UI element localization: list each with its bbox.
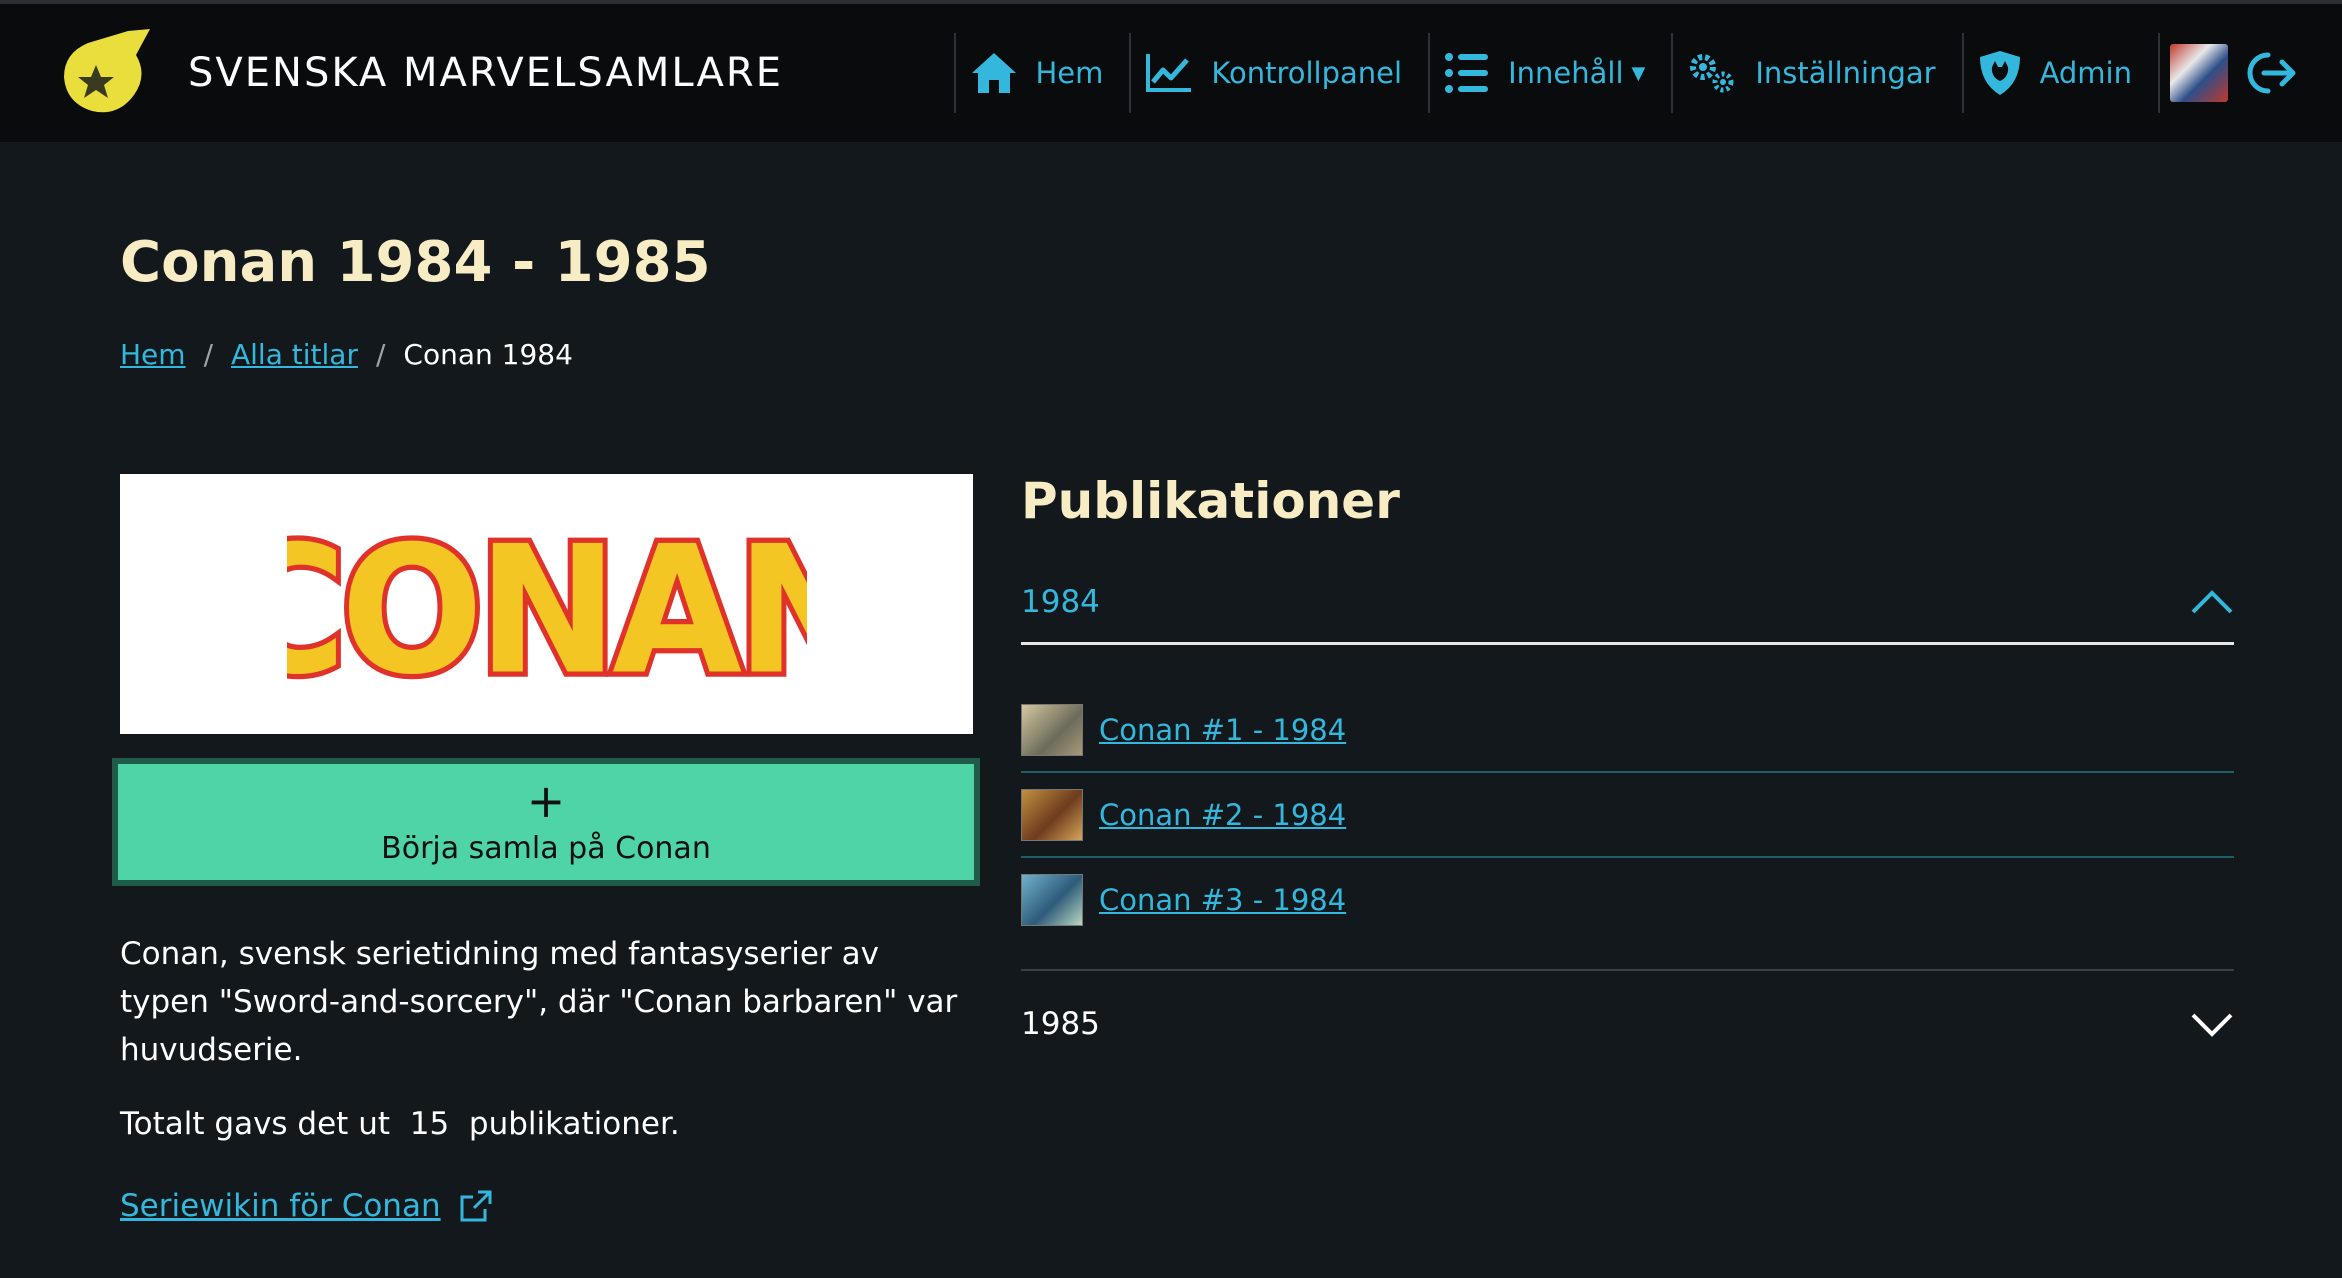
cover-thumbnail[interactable] bbox=[1021, 788, 1083, 841]
home-icon bbox=[971, 53, 1016, 93]
breadcrumb: Hem / Alla titlar / Conan 1984 bbox=[120, 338, 573, 371]
nav-settings-label: Inställningar bbox=[1755, 56, 1936, 90]
brand[interactable]: SVENSKA MARVELSAMLARE bbox=[58, 25, 783, 121]
breadcrumb-home[interactable]: Hem bbox=[120, 338, 186, 371]
list-item: Conan #2 - 1984 bbox=[1021, 773, 2234, 858]
caret-down-icon: ▼ bbox=[1631, 62, 1646, 84]
gears-icon bbox=[1690, 54, 1734, 93]
navbar: SVENSKA MARVELSAMLARE Hem Kontrollpanel … bbox=[0, 4, 2342, 142]
list-item: Conan #3 - 1984 bbox=[1021, 858, 2234, 941]
chevron-down-icon bbox=[2191, 1013, 2233, 1037]
nav-user[interactable] bbox=[2158, 33, 2342, 113]
nav-menu: Hem Kontrollpanel Innehåll ▼ Inställning… bbox=[953, 4, 2342, 142]
publications-heading: Publikationer bbox=[1021, 472, 1400, 530]
brand-name: SVENSKA MARVELSAMLARE bbox=[188, 50, 783, 96]
star-badge-icon bbox=[64, 29, 150, 113]
accordion-year-label: 1984 bbox=[1021, 584, 1100, 620]
title-description: Conan, svensk serietidning med fantasyse… bbox=[120, 936, 958, 1068]
logout-icon[interactable] bbox=[2246, 49, 2298, 97]
accordion-year-1985[interactable]: 1985 bbox=[1021, 984, 2234, 1064]
cover-thumbnail[interactable] bbox=[1021, 873, 1083, 926]
start-collecting-button[interactable]: + Börja samla på Conan bbox=[112, 758, 980, 886]
publication-link[interactable]: Conan #2 - 1984 bbox=[1099, 798, 1346, 832]
breadcrumb-separator: / bbox=[203, 338, 213, 371]
external-link-icon bbox=[460, 1190, 492, 1222]
publication-link[interactable]: Conan #3 - 1984 bbox=[1099, 883, 1346, 917]
breadcrumb-separator: / bbox=[375, 338, 386, 371]
total-prefix: Totalt gavs det ut bbox=[120, 1106, 390, 1142]
total-publications: Totalt gavs det ut 15 publikationer. bbox=[120, 1106, 680, 1142]
nav-dashboard[interactable]: Kontrollpanel bbox=[1129, 33, 1428, 113]
nav-home-label: Hem bbox=[1035, 56, 1104, 90]
chevron-up-icon bbox=[2191, 590, 2233, 614]
chart-line-icon bbox=[1146, 54, 1192, 92]
accordion-year-label: 1985 bbox=[1021, 1006, 1100, 1042]
nav-content-label: Innehåll bbox=[1508, 56, 1624, 90]
total-suffix: publikationer. bbox=[468, 1106, 680, 1142]
plus-icon: + bbox=[526, 773, 566, 828]
conan-logo: CONAN bbox=[287, 514, 807, 694]
page-title: Conan 1984 - 1985 bbox=[120, 230, 711, 295]
avatar[interactable] bbox=[2170, 44, 2228, 102]
breadcrumb-all-titles[interactable]: Alla titlar bbox=[231, 338, 358, 371]
publication-link[interactable]: Conan #1 - 1984 bbox=[1099, 713, 1346, 747]
publication-list: Conan #1 - 1984 Conan #2 - 1984 Conan #3… bbox=[1021, 688, 2234, 941]
nav-admin[interactable]: Admin bbox=[1961, 33, 2158, 113]
title-cover-image: CONAN bbox=[120, 474, 973, 734]
accordion-year-1984[interactable]: 1984 bbox=[1021, 562, 2234, 645]
seriewiki-link[interactable]: Seriewikin för Conan bbox=[120, 1188, 493, 1224]
list-icon bbox=[1445, 53, 1489, 93]
nav-home[interactable]: Hem bbox=[953, 33, 1130, 113]
breadcrumb-current: Conan 1984 bbox=[403, 338, 573, 371]
nav-settings[interactable]: Inställningar bbox=[1671, 33, 1961, 113]
shield-cat-icon bbox=[1979, 51, 2020, 95]
start-collecting-label: Börja samla på Conan bbox=[381, 830, 711, 866]
total-count: 15 bbox=[409, 1106, 450, 1142]
nav-admin-label: Admin bbox=[2039, 56, 2132, 90]
cover-thumbnail[interactable] bbox=[1021, 703, 1083, 756]
accordion-divider bbox=[1021, 969, 2234, 971]
svg-text:CONAN: CONAN bbox=[287, 514, 807, 694]
nav-content[interactable]: Innehåll ▼ bbox=[1428, 33, 1671, 113]
seriewiki-link-label: Seriewikin för Conan bbox=[120, 1188, 441, 1224]
list-item: Conan #1 - 1984 bbox=[1021, 688, 2234, 773]
nav-dashboard-label: Kontrollpanel bbox=[1211, 56, 1403, 90]
